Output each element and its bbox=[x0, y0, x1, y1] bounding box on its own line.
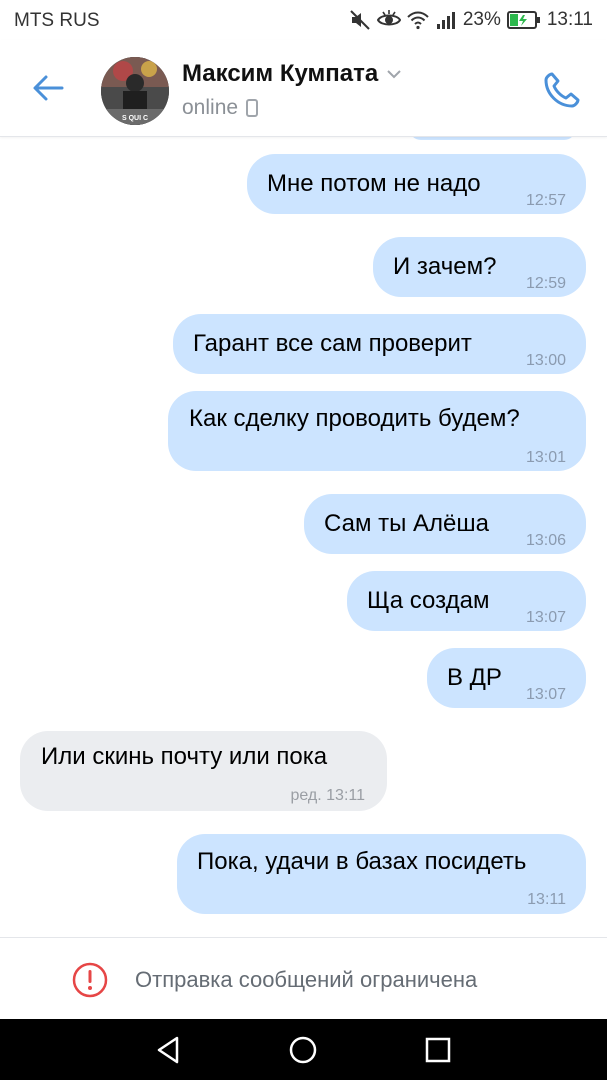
message-text: В ДР bbox=[447, 664, 502, 691]
battery-icon bbox=[506, 11, 540, 29]
mute-icon bbox=[350, 10, 370, 30]
chat-header: S QUI C Максим Кумпата online bbox=[0, 40, 607, 137]
message-time: 13:07 bbox=[525, 609, 566, 626]
status-bar: MTS RUS 23% 13:11 bbox=[0, 0, 607, 40]
message-bubble[interactable]: Ща создам 13:07 bbox=[347, 571, 586, 631]
message-text: Гарант все сам проверит bbox=[193, 330, 472, 357]
message-bubble[interactable]: В ДР 13:07 bbox=[427, 648, 586, 708]
back-arrow-icon[interactable] bbox=[30, 70, 66, 106]
message-text: Как сделку проводить будем? bbox=[189, 405, 520, 432]
message-bubble[interactable]: Сам ты Алёша 13:06 bbox=[304, 494, 586, 554]
message-time: 12:57 bbox=[525, 192, 566, 209]
nav-home-icon[interactable] bbox=[286, 1033, 320, 1067]
system-nav-bar bbox=[0, 1019, 607, 1080]
clock: 13:11 bbox=[546, 9, 593, 30]
message-text: И зачем? bbox=[393, 253, 497, 280]
warning-icon bbox=[72, 962, 108, 998]
battery-percent: 23% bbox=[462, 9, 501, 30]
eye-icon bbox=[376, 10, 401, 26]
message-time: ред. 13:11 bbox=[290, 787, 365, 804]
message-text: Ща создам bbox=[367, 587, 490, 614]
avatar-label: S QUI C bbox=[122, 115, 148, 122]
wifi-icon bbox=[407, 11, 429, 30]
message-time: 13:07 bbox=[525, 686, 566, 703]
status-icons: 23% 13:11 bbox=[349, 8, 593, 32]
contact-name: Максим Кумпата bbox=[182, 60, 379, 87]
contact-name-row[interactable]: Максим Кумпата bbox=[182, 60, 402, 88]
message-time: 13:01 bbox=[525, 449, 566, 466]
message-bubble[interactable]: Как сделку проводить будем? 13:01 bbox=[168, 391, 586, 471]
message-text: Сам ты Алёша bbox=[324, 510, 489, 537]
message-text: Мне потом не надо bbox=[267, 170, 481, 197]
message-bubble[interactable]: И зачем? 12:59 bbox=[373, 237, 586, 297]
message-time: 13:06 bbox=[525, 532, 566, 549]
presence-label: online bbox=[182, 96, 239, 119]
message-bubble[interactable]: Мне потом не надо 12:57 bbox=[247, 154, 586, 214]
presence-status: online bbox=[182, 96, 259, 120]
message-text: Пока, удачи в базах посидеть bbox=[197, 848, 527, 875]
mobile-icon bbox=[246, 99, 259, 117]
nav-recents-icon[interactable] bbox=[421, 1033, 455, 1067]
message-bubble[interactable]: Гарант все сам проверит 13:00 bbox=[173, 314, 586, 374]
message-time: 12:59 bbox=[525, 275, 566, 292]
chevron-down-icon bbox=[387, 70, 401, 79]
restriction-notice: Отправка сообщений ограничена bbox=[135, 967, 478, 992]
message-bubble[interactable]: Пока, удачи в базах посидеть 13:11 bbox=[177, 834, 586, 914]
carrier-label: MTS RUS bbox=[14, 10, 100, 31]
phone-icon[interactable] bbox=[540, 68, 584, 112]
message-bubble-incoming[interactable]: Или скинь почту или пока ред. 13:11 bbox=[20, 731, 387, 811]
avatar[interactable]: S QUI C bbox=[101, 57, 169, 125]
message-time: 13:11 bbox=[527, 891, 566, 908]
nav-back-icon[interactable] bbox=[151, 1033, 185, 1067]
message-list[interactable]: Мне потом не надо 12:57 И зачем? 12:59 Г… bbox=[0, 136, 607, 936]
message-text: Или скинь почту или пока bbox=[41, 743, 328, 770]
signal-icon bbox=[436, 12, 455, 29]
avatar-image: S QUI C bbox=[101, 57, 169, 125]
composer-disabled-bar: Отправка сообщений ограничена bbox=[0, 937, 607, 1020]
message-time: 13:00 bbox=[525, 352, 566, 369]
